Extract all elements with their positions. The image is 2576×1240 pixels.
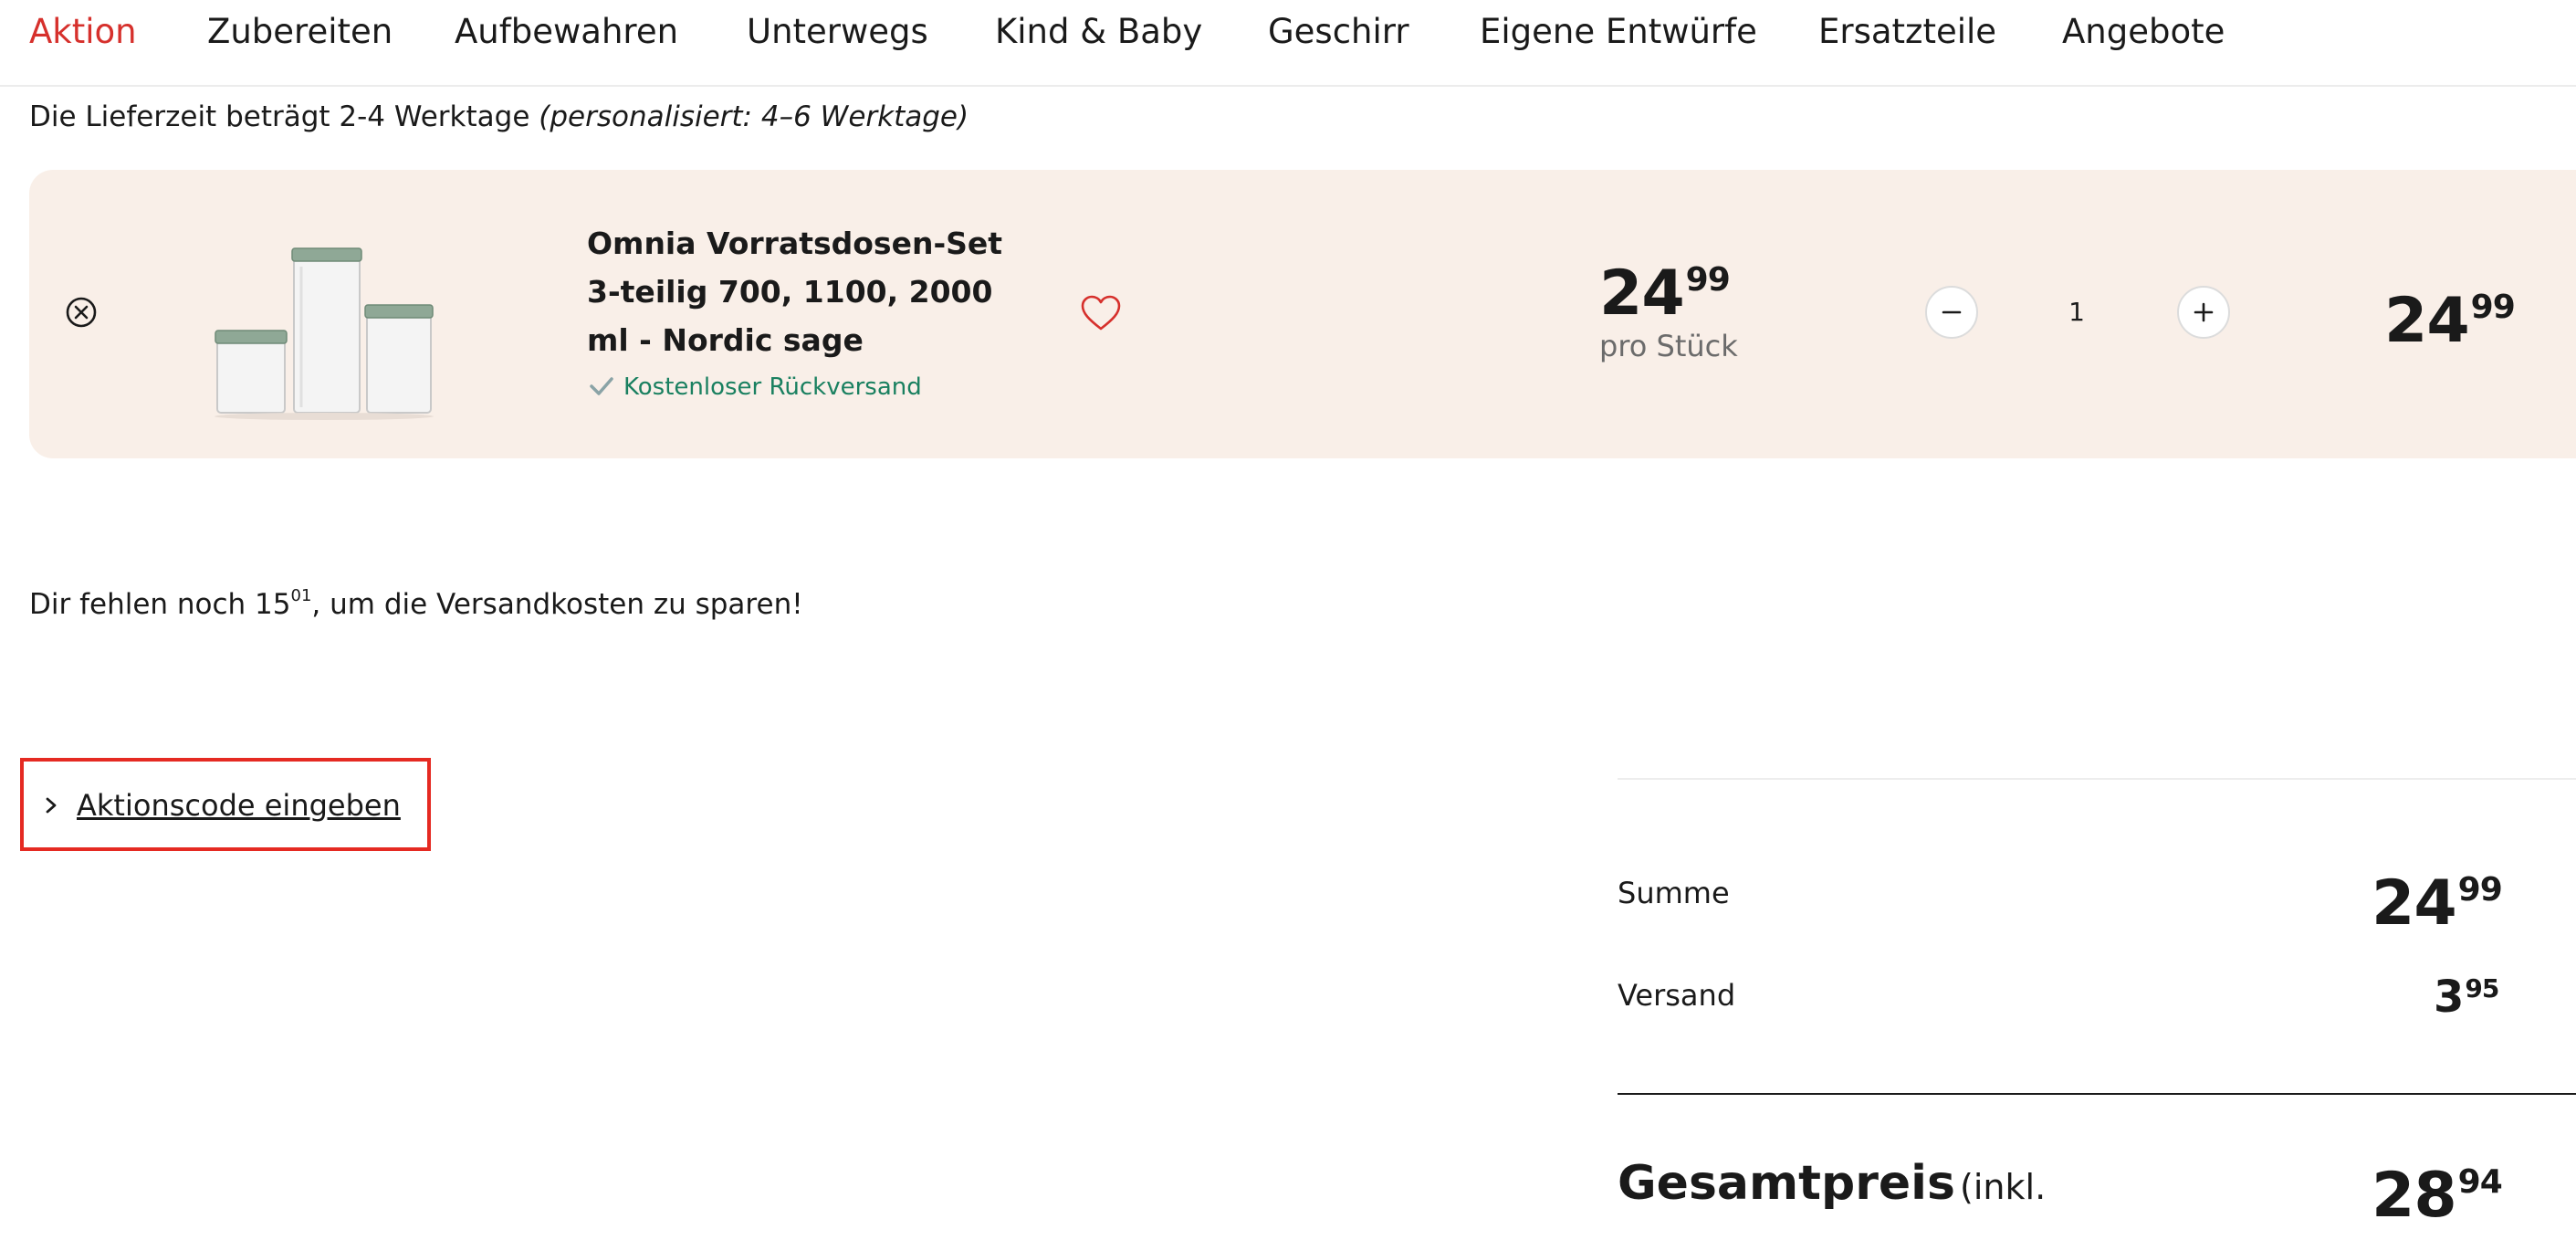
- product-image[interactable]: [210, 239, 438, 422]
- unit-price-main: 24: [1599, 257, 1685, 330]
- delivery-personalized: (personalisiert: 4–6 Werktage): [539, 100, 969, 133]
- subtotal-label: Summe: [1618, 876, 1730, 910]
- subtotal-main: 24: [2372, 867, 2457, 940]
- unit-price: 2499: [1599, 261, 1731, 325]
- unit-price-cents: 99: [1685, 261, 1731, 299]
- promo-code-toggle[interactable]: Aktionscode eingeben: [20, 758, 431, 851]
- total-value: 2894: [2372, 1163, 2503, 1227]
- product-title[interactable]: Omnia Vorratsdosen-Set 3-teilig 700, 110…: [587, 219, 1016, 364]
- quantity-increase-button[interactable]: [2177, 286, 2230, 339]
- line-total-main: 24: [2384, 285, 2470, 357]
- top-navigation: Aktion Zubereiten Aufbewahren Unterwegs …: [0, 0, 2576, 87]
- check-icon: [590, 377, 613, 395]
- shipping-label: Versand: [1618, 978, 1736, 1013]
- free-return-note: Kostenloser Rückversand: [589, 369, 922, 405]
- minus-icon: [1942, 310, 1962, 314]
- total-label-main: Gesamtpreis: [1618, 1156, 1955, 1211]
- nav-item-angebote[interactable]: Angebote: [2062, 9, 2225, 55]
- free-return-label: Kostenloser Rückversand: [623, 373, 922, 401]
- shipping-main: 3: [2434, 972, 2464, 1023]
- line-total-price: 2499: [2384, 289, 2516, 352]
- summary-total-divider: [1618, 1093, 2576, 1095]
- nav-item-eigene-entwuerfe[interactable]: Eigene Entwürfe: [1480, 9, 1757, 55]
- chevron-right-icon: [46, 797, 57, 814]
- cart-page: Aktion Zubereiten Aufbewahren Unterwegs …: [0, 0, 2576, 1240]
- quantity-decrease-button[interactable]: [1925, 286, 1978, 339]
- nav-item-aufbewahren[interactable]: Aufbewahren: [455, 9, 678, 55]
- quantity-value[interactable]: 1: [2058, 292, 2095, 332]
- promo-code-link[interactable]: Aktionscode eingeben: [77, 785, 401, 825]
- nav-item-kind-baby[interactable]: Kind & Baby: [995, 9, 1202, 55]
- delivery-time: Die Lieferzeit beträgt 2-4 Werktage (per…: [29, 97, 969, 137]
- nav-item-aktion[interactable]: Aktion: [29, 9, 137, 55]
- shipping-hint-cents: 01: [290, 586, 312, 605]
- wishlist-heart-icon[interactable]: [1080, 294, 1122, 332]
- subtotal-cents: 99: [2457, 871, 2503, 909]
- shipping-hint-after: , um die Versandkosten zu sparen!: [311, 588, 803, 621]
- total-label-sub: (inkl.: [1960, 1167, 2047, 1207]
- line-total-cents: 99: [2470, 289, 2516, 326]
- nav-item-ersatzteile[interactable]: Ersatzteile: [1818, 9, 1996, 55]
- shipping-value: 395: [2434, 973, 2499, 1019]
- shipping-hint-before: Dir fehlen noch 15: [29, 588, 291, 621]
- total-main: 28: [2372, 1160, 2457, 1232]
- remove-item-icon[interactable]: [66, 297, 97, 328]
- free-shipping-hint: Dir fehlen noch 1501, um die Versandkost…: [29, 584, 803, 625]
- summary-top-divider: [1618, 778, 2576, 780]
- nav-item-geschirr[interactable]: Geschirr: [1268, 9, 1409, 55]
- shipping-cents: 95: [2465, 973, 2499, 1004]
- plus-icon: [2194, 302, 2214, 322]
- nav-item-zubereiten[interactable]: Zubereiten: [207, 9, 393, 55]
- nav-item-unterwegs[interactable]: Unterwegs: [747, 9, 928, 55]
- subtotal-value: 2499: [2372, 871, 2503, 935]
- delivery-text: Die Lieferzeit beträgt 2-4 Werktage: [29, 100, 530, 133]
- per-piece-label: pro Stück: [1599, 329, 1738, 363]
- total-cents: 94: [2457, 1163, 2503, 1201]
- total-label: Gesamtpreis (inkl.: [1618, 1156, 2046, 1211]
